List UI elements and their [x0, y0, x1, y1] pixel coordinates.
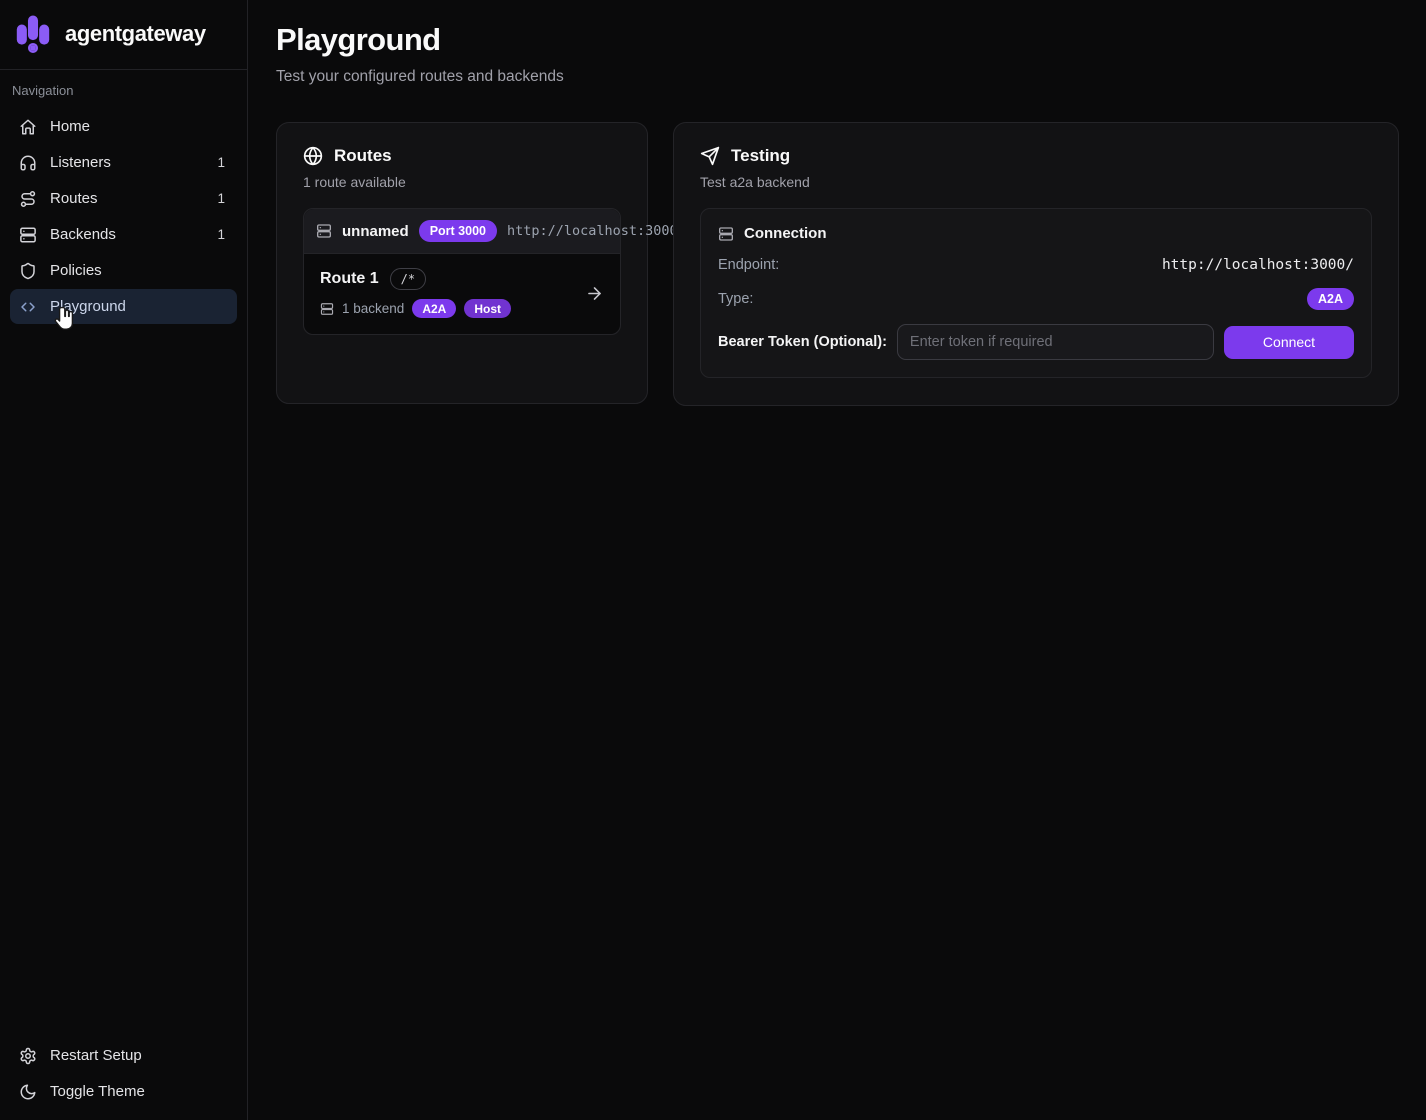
listener-name: unnamed	[342, 223, 409, 240]
sidebar-item-listeners[interactable]: Listeners 1	[10, 145, 237, 180]
type-label: Type:	[718, 291, 753, 307]
sidebar-item-routes[interactable]: Routes 1	[10, 181, 237, 216]
headphones-icon	[19, 154, 37, 172]
type-badge: A2A	[1307, 288, 1354, 310]
app-logo: agentgateway	[0, 0, 247, 69]
toggle-theme-label: Toggle Theme	[50, 1083, 145, 1100]
sidebar-item-policies[interactable]: Policies	[10, 253, 237, 288]
endpoint-label: Endpoint:	[718, 257, 779, 273]
globe-icon	[303, 146, 323, 166]
connection-panel: Connection Endpoint: http://localhost:30…	[700, 208, 1372, 378]
sidebar-nav: Navigation Home Listeners 1 Routes 1	[0, 70, 247, 333]
route-host-badge: Host	[464, 299, 511, 318]
sidebar-item-home[interactable]: Home	[10, 109, 237, 144]
sidebar-item-label: Playground	[50, 298, 126, 315]
arrow-right-icon	[585, 284, 604, 303]
connect-button[interactable]: Connect	[1224, 326, 1354, 359]
testing-card-subtitle: Test a2a backend	[700, 174, 1372, 190]
sidebar-item-label: Policies	[50, 262, 102, 279]
app-title: agentgateway	[65, 21, 206, 47]
route-list-item[interactable]: Route 1 /* 1 backend A2A Host	[304, 254, 620, 334]
listeners-count-badge: 1	[217, 155, 228, 170]
port-badge: Port 3000	[419, 220, 497, 242]
send-icon	[700, 146, 720, 166]
route-backend-count: 1 backend	[342, 301, 404, 316]
testing-card-title: Testing	[731, 146, 790, 166]
page-title: Playground	[276, 22, 1399, 58]
nav-section-label: Navigation	[10, 83, 237, 109]
page-subtitle: Test your configured routes and backends	[276, 68, 1399, 86]
moon-icon	[19, 1083, 37, 1101]
bearer-token-label: Bearer Token (Optional):	[718, 334, 887, 350]
sidebar-item-label: Backends	[50, 226, 116, 243]
routes-count-badge: 1	[217, 191, 228, 206]
toggle-theme-button[interactable]: Toggle Theme	[10, 1074, 237, 1109]
routes-card-title: Routes	[334, 146, 392, 166]
route-path-badge: /*	[390, 268, 426, 290]
bearer-token-input[interactable]	[897, 324, 1214, 360]
sidebar: agentgateway Navigation Home Listeners 1…	[0, 0, 248, 1120]
sidebar-footer: Restart Setup Toggle Theme	[0, 1030, 247, 1120]
connection-title: Connection	[744, 225, 827, 242]
sidebar-item-playground[interactable]: Playground	[10, 289, 237, 324]
endpoint-value: http://localhost:3000/	[1162, 257, 1354, 273]
sidebar-item-label: Routes	[50, 190, 98, 207]
routes-card: Routes 1 route available unnamed Port 30…	[276, 122, 648, 404]
server-icon	[19, 226, 37, 244]
sidebar-item-backends[interactable]: Backends 1	[10, 217, 237, 252]
code-icon	[19, 298, 37, 316]
routes-card-subtitle: 1 route available	[303, 174, 621, 190]
listener-group: unnamed Port 3000 http://localhost:3000/…	[303, 208, 621, 335]
gear-icon	[19, 1047, 37, 1065]
route-icon	[19, 190, 37, 208]
route-name: Route 1	[320, 270, 379, 288]
route-protocol-badge: A2A	[412, 299, 456, 318]
home-icon	[19, 118, 37, 136]
route-info: Route 1 /* 1 backend A2A Host	[320, 268, 511, 318]
backends-count-badge: 1	[217, 227, 228, 242]
restart-setup-label: Restart Setup	[50, 1047, 142, 1064]
listener-header: unnamed Port 3000 http://localhost:3000/	[304, 209, 620, 254]
agentgateway-logo-icon	[14, 12, 52, 56]
restart-setup-button[interactable]: Restart Setup	[10, 1038, 237, 1073]
server-icon	[320, 302, 334, 316]
listener-url: http://localhost:3000/	[507, 223, 686, 239]
server-icon	[718, 226, 734, 242]
testing-card: Testing Test a2a backend Connection Endp…	[673, 122, 1399, 406]
sidebar-item-label: Listeners	[50, 154, 111, 171]
shield-icon	[19, 262, 37, 280]
main-content: Playground Test your configured routes a…	[249, 0, 1426, 1120]
server-icon	[316, 223, 332, 239]
sidebar-item-label: Home	[50, 118, 90, 135]
